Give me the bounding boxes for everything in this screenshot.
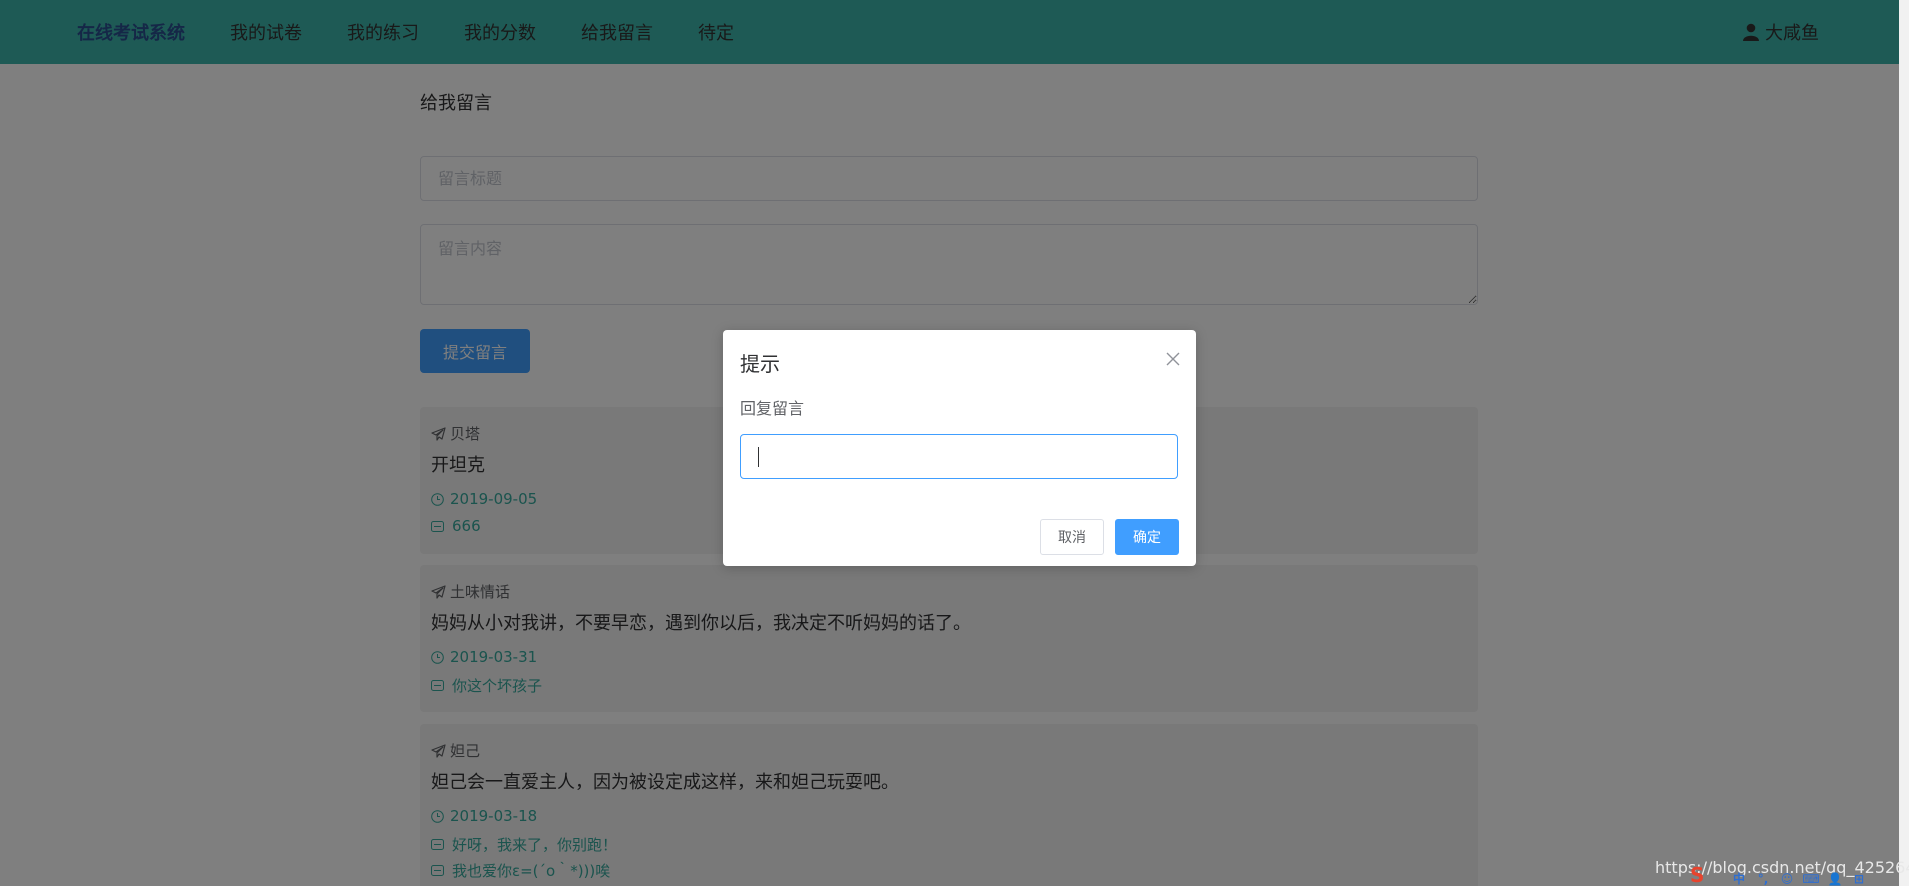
dialog-message: 回复留言 (740, 399, 805, 418)
ime-toolbar[interactable]: S 中 °, ☺ ⌨ 👤 ⊞ (1690, 865, 1868, 886)
dialog-close-button[interactable] (1162, 349, 1184, 371)
confirm-button[interactable]: 确定 (1115, 519, 1179, 555)
ime-toolbox-icon[interactable]: ⊞ (1850, 872, 1868, 886)
ime-language-icon[interactable]: 中 (1730, 872, 1748, 886)
ime-emoji-icon[interactable]: ☺ (1778, 872, 1796, 886)
cancel-button[interactable]: 取消 (1040, 519, 1104, 555)
dialog-title: 提示 (740, 352, 780, 376)
window-scrollbar[interactable] (1899, 0, 1909, 886)
ime-user-icon[interactable]: 👤 (1826, 872, 1844, 886)
ime-keyboard-icon[interactable]: ⌨ (1802, 872, 1820, 886)
close-icon (1166, 352, 1180, 365)
reply-dialog: 提示 回复留言 取消 确定 (723, 330, 1196, 566)
ime-punctuation-icon[interactable]: °, (1754, 872, 1772, 886)
text-caret (758, 447, 759, 467)
sogou-logo-icon[interactable]: S (1690, 865, 1724, 886)
reply-input[interactable] (740, 434, 1178, 479)
